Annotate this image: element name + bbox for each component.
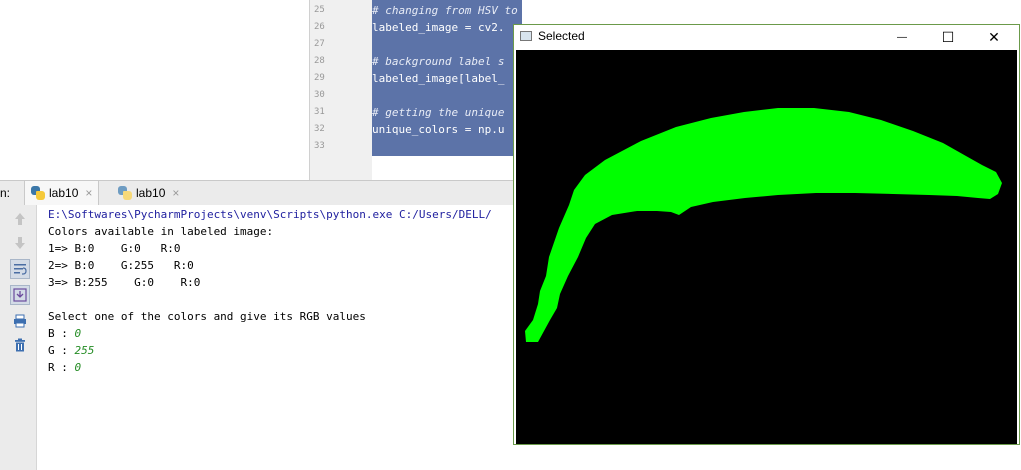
editor-code-area[interactable]: # changing from HSV to RGB again to show…: [372, 0, 522, 156]
close-icon[interactable]: ×: [85, 186, 92, 200]
line-number: 27: [314, 39, 325, 49]
code-line: labeled_image = cv2.: [372, 21, 505, 34]
minimize-icon: —: [897, 31, 907, 43]
run-tab-lab10[interactable]: lab10 ×: [112, 181, 185, 205]
prompt-label: G :: [48, 344, 75, 357]
line-number: 33: [314, 141, 325, 151]
maximize-icon: ☐: [941, 28, 955, 45]
selected-image-window: Selected — ☐ ✕: [513, 24, 1020, 445]
close-icon[interactable]: ×: [172, 186, 179, 200]
code-comment-line: # background label s: [372, 55, 505, 68]
line-number: 29: [314, 73, 325, 83]
run-toolbar: [0, 205, 37, 470]
line-number: 30: [314, 90, 325, 100]
prompt-label: B :: [48, 327, 75, 340]
segmented-banana-mask: [525, 108, 1002, 342]
console-prompt-line: B : 0: [48, 327, 81, 340]
run-tab-label: lab10: [49, 186, 79, 200]
console-command-line: E:\Softwares\PycharmProjects\venv\Script…: [48, 208, 492, 221]
soft-wrap-icon[interactable]: [10, 259, 30, 279]
prompt-input-value: 0: [74, 361, 82, 374]
console-line: 1=> B:0 G:0 R:0: [48, 242, 181, 255]
console-line: 3=> B:255 G:0 R:0: [48, 276, 201, 289]
minimize-button[interactable]: —: [879, 25, 925, 49]
run-label: n:: [0, 186, 11, 200]
maximize-button[interactable]: ☐: [925, 25, 971, 49]
up-arrow-icon[interactable]: [10, 209, 30, 229]
python-icon: [118, 186, 132, 200]
line-number-gutter: 25 26 27 28 29 30 31 32 33: [310, 0, 373, 180]
down-arrow-icon[interactable]: [10, 233, 30, 253]
window-title: Selected: [538, 29, 585, 43]
line-number: 25: [314, 5, 325, 15]
run-tab-label: lab10: [136, 186, 166, 200]
scroll-to-end-icon[interactable]: [10, 285, 30, 305]
image-canvas: [516, 50, 1017, 444]
close-button[interactable]: ✕: [971, 25, 1017, 49]
console-line: Colors available in labeled image:: [48, 225, 274, 238]
close-icon: ✕: [988, 28, 1000, 45]
line-number: 32: [314, 124, 325, 134]
code-comment-line: # changing from HSV to RGB again to show: [372, 4, 518, 17]
run-tabs-bar: n: lab10 × lab10 ×: [0, 180, 515, 206]
prompt-input-value: 0: [74, 327, 82, 340]
window-titlebar[interactable]: Selected — ☐ ✕: [514, 25, 1019, 49]
editor-blank-area[interactable]: [372, 156, 522, 180]
line-number: 26: [314, 22, 325, 32]
console-line: 2=> B:0 G:255 R:0: [48, 259, 194, 272]
app-window-icon: [520, 31, 532, 41]
code-line: labeled_image[label_: [372, 72, 505, 85]
code-comment-line: # getting the unique: [372, 106, 505, 119]
print-icon[interactable]: [10, 311, 30, 331]
run-tab-lab10-active[interactable]: lab10 ×: [24, 181, 100, 205]
prompt-input-value: 255: [74, 344, 95, 357]
trash-icon[interactable]: [10, 335, 30, 355]
python-icon: [31, 186, 45, 200]
console-prompt-line: G : 255: [48, 344, 94, 357]
line-number: 31: [314, 107, 325, 117]
console-output[interactable]: E:\Softwares\PycharmProjects\venv\Script…: [37, 205, 515, 470]
console-prompt-line: R : 0: [48, 361, 81, 374]
project-panel-blank: [0, 0, 310, 180]
console-line: Select one of the colors and give its RG…: [48, 310, 366, 323]
code-line: unique_colors = np.u: [372, 123, 505, 136]
line-number: 28: [314, 56, 325, 66]
prompt-label: R :: [48, 361, 75, 374]
